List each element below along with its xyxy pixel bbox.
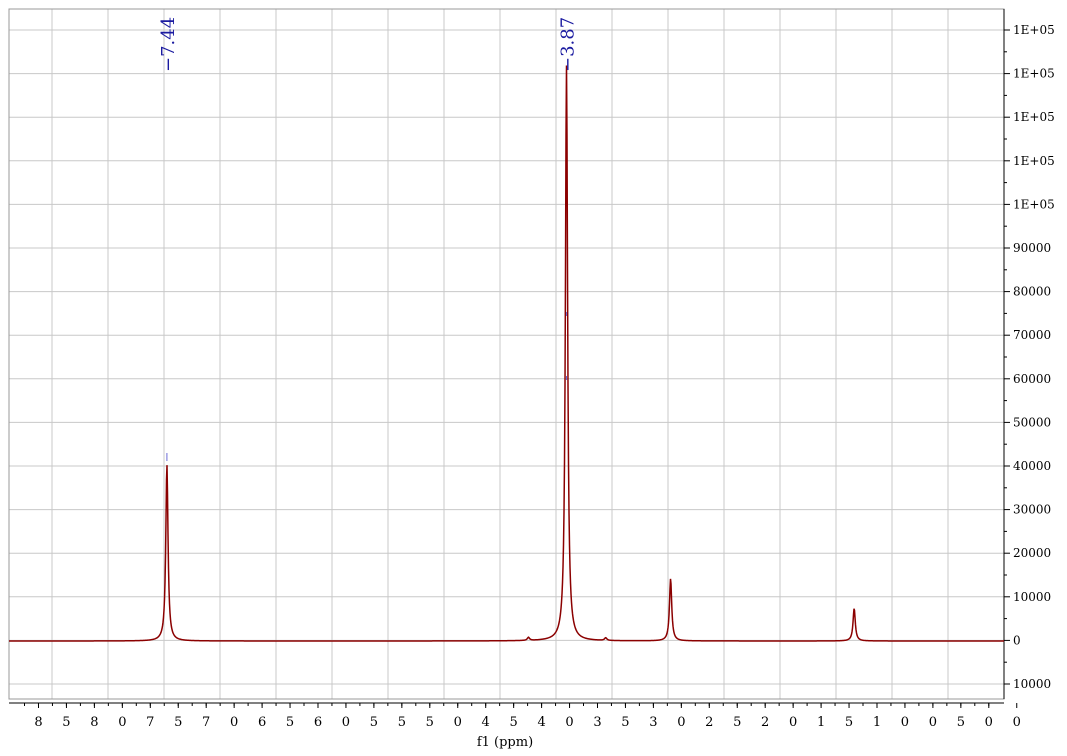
y-tick-label: 50000 xyxy=(1013,415,1051,429)
x-tick-label: 0 xyxy=(929,715,937,730)
x-tick-label: 7 xyxy=(202,715,210,730)
x-tick-label: 8 xyxy=(90,715,98,730)
x-tick-label: 5 xyxy=(621,715,629,730)
x-tick-label: 5 xyxy=(733,715,741,730)
y-tick-label: 1E+05 xyxy=(1013,23,1055,37)
x-tick-label: 0 xyxy=(454,715,462,730)
x-tick-label: 0 xyxy=(342,715,350,730)
x-tick-label: 3 xyxy=(649,715,657,730)
y-tick-label: 10000 xyxy=(1013,677,1051,691)
y-tick-label: 0 xyxy=(1013,633,1021,647)
x-tick-label: 0 xyxy=(118,715,126,730)
x-tick-label: 5 xyxy=(286,715,294,730)
y-tick-label: 1E+05 xyxy=(1013,154,1055,168)
x-tick-label: 2 xyxy=(761,715,769,730)
x-tick-label: 4 xyxy=(482,715,490,730)
y-tick-label: 1E+05 xyxy=(1013,110,1055,124)
peak-label-3-87: −3.87 xyxy=(558,17,579,72)
x-tick-label: 7 xyxy=(146,715,154,730)
x-tick-label: 0 xyxy=(901,715,909,730)
x-tick-label: 6 xyxy=(314,715,322,730)
y-tick-label: 1E+05 xyxy=(1013,67,1055,81)
x-tick-label: 0 xyxy=(677,715,685,730)
y-tick-label: 30000 xyxy=(1013,503,1051,517)
x-tick-label: 5 xyxy=(398,715,406,730)
x-tick-label: 5 xyxy=(174,715,182,730)
spectrum-series-line xyxy=(9,65,1004,642)
x-tick-label: 0 xyxy=(230,715,238,730)
y-tick-label: 80000 xyxy=(1013,285,1051,299)
x-axis-ticks: 8 5 8 0 7 5 7 0 6 5 6 0 5 5 5 0 4 5 4 0 3 5 3 0 2 5 2 0 1 5 1 0 0 5 0 0 xyxy=(24,703,1021,730)
peak-label-text: −7.44 xyxy=(158,17,179,72)
y-tick-label: 1E+05 xyxy=(1013,197,1055,211)
grid-lines xyxy=(9,9,1004,699)
x-tick-label: 0 xyxy=(985,715,993,730)
x-tick-label: 0 xyxy=(565,715,573,730)
y-tick-label: 90000 xyxy=(1013,241,1051,255)
x-tick-label: 5 xyxy=(957,715,965,730)
y-tick-label: 70000 xyxy=(1013,328,1051,342)
x-tick-label: 0 xyxy=(1013,715,1021,730)
x-tick-label: 5 xyxy=(510,715,518,730)
y-tick-label: 20000 xyxy=(1013,546,1051,560)
peak-labels: −7.44 −3.87 xyxy=(158,17,579,461)
x-tick-label: 5 xyxy=(62,715,70,730)
x-tick-label: 4 xyxy=(537,715,545,730)
nmr-spectrum-chart: 1E+051E+051E+051E+051E+05900008000070000… xyxy=(8,8,1055,750)
x-tick-label: 1 xyxy=(817,715,825,730)
x-tick-label: 5 xyxy=(370,715,378,730)
plot-area-border xyxy=(8,8,1005,700)
x-tick-label: 0 xyxy=(789,715,797,730)
y-tick-label: 40000 xyxy=(1013,459,1051,473)
y-axis-ticks: 1E+05 1E+05 1E+05 1E+05 1E+05 90000 80000 70000… xyxy=(1004,23,1055,691)
x-tick-label: 3 xyxy=(593,715,601,730)
x-tick-label: 1 xyxy=(873,715,881,730)
y-tick-label: 10000 xyxy=(1013,590,1051,604)
x-tick-label: 6 xyxy=(258,715,266,730)
x-tick-label: 2 xyxy=(705,715,713,730)
y-tick-label: 60000 xyxy=(1013,372,1051,386)
x-tick-label: 5 xyxy=(845,715,853,730)
x-tick-label: 5 xyxy=(426,715,434,730)
peak-label-text: −3.87 xyxy=(558,17,579,72)
x-tick-label: 8 xyxy=(34,715,42,730)
peak-label-7-44: −7.44 xyxy=(158,17,179,72)
x-axis-label: f1 (ppm) xyxy=(477,735,533,750)
